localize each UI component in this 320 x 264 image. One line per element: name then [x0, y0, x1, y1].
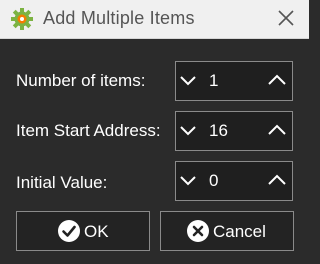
- initial-value-value[interactable]: 0: [209, 171, 218, 191]
- cancel-button[interactable]: Cancel: [160, 211, 294, 251]
- item-start-address-increment-button[interactable]: [264, 112, 292, 150]
- number-of-items-decrement-button[interactable]: [176, 62, 204, 100]
- initial-value-label: Initial Value:: [16, 173, 108, 192]
- chevron-up-icon: [268, 74, 286, 85]
- check-circle-icon: [58, 220, 80, 242]
- initial-value-decrement-button[interactable]: [176, 162, 204, 200]
- number-of-items-label: Number of items:: [16, 71, 146, 90]
- number-of-items-increment-button[interactable]: [264, 62, 292, 100]
- number-of-items-spinbox[interactable]: 1: [175, 61, 293, 101]
- cancel-button-label: Cancel: [213, 222, 266, 241]
- title-bar: Add Multiple Items: [0, 0, 309, 39]
- chevron-down-icon: [180, 76, 196, 86]
- number-of-items-value[interactable]: 1: [209, 71, 218, 91]
- dialog-body: Number of items: 1 Item Start Address: 1…: [0, 39, 309, 264]
- item-start-address-spinbox[interactable]: 16: [175, 111, 293, 151]
- chevron-down-icon: [180, 126, 196, 136]
- initial-value-increment-button[interactable]: [264, 162, 292, 200]
- ok-button-label: OK: [84, 222, 109, 241]
- chevron-down-icon: [180, 176, 196, 186]
- ok-button[interactable]: OK: [16, 211, 150, 251]
- initial-value-spinbox[interactable]: 0: [175, 161, 293, 201]
- item-start-address-value[interactable]: 16: [209, 121, 228, 141]
- close-icon: [278, 10, 294, 26]
- x-circle-icon: [187, 220, 209, 242]
- chevron-up-icon: [268, 174, 286, 185]
- close-button[interactable]: [272, 6, 300, 32]
- item-start-address-label: Item Start Address:: [16, 121, 161, 140]
- gear-icon: [11, 8, 33, 30]
- item-start-address-decrement-button[interactable]: [176, 112, 204, 150]
- chevron-up-icon: [268, 124, 286, 135]
- window-title: Add Multiple Items: [43, 8, 195, 28]
